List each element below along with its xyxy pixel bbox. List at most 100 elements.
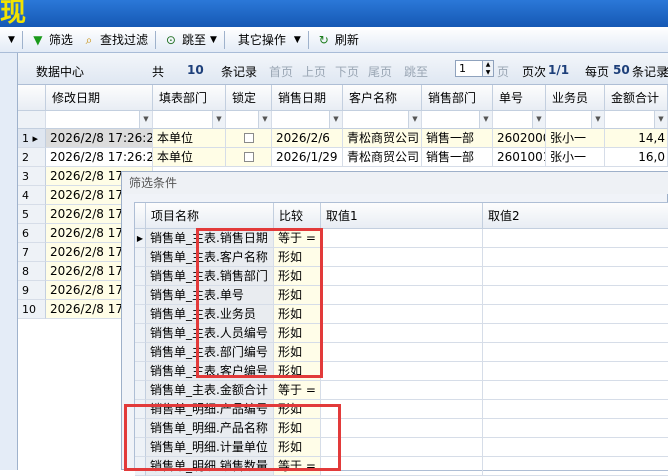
table-cell[interactable]: 16,0 <box>605 148 668 167</box>
next-page-link[interactable]: 下页 <box>335 63 359 80</box>
row-indicator[interactable] <box>135 324 146 343</box>
page-number-input[interactable]: 1 <box>455 60 483 77</box>
column-header[interactable]: 取值1 <box>321 203 483 229</box>
column-filter[interactable]: ▼ <box>493 111 546 129</box>
chevron-down-icon[interactable]: ▼ <box>654 111 667 128</box>
row-number[interactable]: 5 <box>18 205 46 224</box>
goto-page-link[interactable]: 跳至 <box>404 63 428 80</box>
column-header[interactable]: 修改日期 <box>46 85 153 111</box>
value1-cell[interactable] <box>321 419 483 438</box>
table-cell[interactable]: 销售一部 <box>422 129 493 148</box>
first-page-link[interactable]: 首页 <box>269 63 293 80</box>
row-number[interactable]: 2 <box>18 148 46 167</box>
table-cell[interactable]: 2026/2/8 17:26:22 <box>46 129 153 148</box>
row-indicator[interactable] <box>135 286 146 305</box>
table-cell[interactable]: 青松商贸公司 <box>343 129 422 148</box>
column-header[interactable]: 客户名称 <box>343 85 422 111</box>
value1-cell[interactable] <box>321 381 483 400</box>
row-number[interactable]: 3 <box>18 167 46 186</box>
row-indicator[interactable] <box>135 362 146 381</box>
column-header[interactable]: 项目名称 <box>146 203 274 229</box>
column-filter[interactable]: ▼ <box>605 111 668 129</box>
lock-checkbox-cell[interactable] <box>226 148 272 167</box>
row-indicator[interactable] <box>135 343 146 362</box>
column-header[interactable]: 销售部门 <box>422 85 493 111</box>
value1-cell[interactable] <box>321 400 483 419</box>
lock-checkbox-cell[interactable] <box>226 129 272 148</box>
value2-cell[interactable] <box>483 324 668 343</box>
column-header[interactable]: 销售日期 <box>272 85 343 111</box>
jump-button[interactable]: ⊙ 跳至 ▼ <box>159 29 221 51</box>
field-name-cell[interactable]: 销售单_主表.金额合计 <box>146 381 274 400</box>
column-header[interactable]: 单号 <box>493 85 546 111</box>
other-ops-button[interactable]: 其它操作 ▼ <box>228 29 305 51</box>
table-cell[interactable]: 26010011 <box>493 148 546 167</box>
value1-cell[interactable] <box>321 229 483 248</box>
chevron-down-icon[interactable]: ▼ <box>139 111 152 128</box>
value2-cell[interactable] <box>483 248 668 267</box>
value2-cell[interactable] <box>483 438 668 457</box>
filter-button[interactable]: ▼ 筛选 <box>26 29 77 51</box>
table-cell[interactable]: 张小一 <box>546 129 605 148</box>
value2-cell[interactable] <box>483 362 668 381</box>
column-filter[interactable]: ▼ <box>226 111 272 129</box>
table-cell[interactable]: 2026/2/6 <box>272 129 343 148</box>
column-header[interactable]: 取值2 <box>483 203 668 229</box>
row-indicator[interactable]: ▶ <box>135 229 146 248</box>
value2-cell[interactable] <box>483 400 668 419</box>
row-number[interactable]: 10 <box>18 300 46 319</box>
table-cell[interactable]: 销售一部 <box>422 148 493 167</box>
chevron-down-icon[interactable]: ▼ <box>408 111 421 128</box>
column-header[interactable]: 比较 <box>274 203 321 229</box>
table-cell[interactable]: 2026/2/8 17:26:22 <box>46 148 153 167</box>
column-filter[interactable]: ▼ <box>343 111 422 129</box>
table-cell[interactable]: 本单位 <box>153 148 226 167</box>
row-number[interactable]: 4 <box>18 186 46 205</box>
column-header[interactable]: 锁定 <box>226 85 272 111</box>
row-indicator[interactable] <box>135 248 146 267</box>
table-cell[interactable]: 青松商贸公司 <box>343 148 422 167</box>
row-number[interactable]: 9 <box>18 281 46 300</box>
row-indicator[interactable] <box>135 305 146 324</box>
value1-cell[interactable] <box>321 267 483 286</box>
value1-cell[interactable] <box>321 457 483 476</box>
value1-cell[interactable] <box>321 305 483 324</box>
column-filter[interactable]: ▼ <box>46 111 153 129</box>
value1-cell[interactable] <box>321 324 483 343</box>
row-number[interactable]: 1 ▸ <box>18 129 46 148</box>
lock-checkbox[interactable] <box>244 133 254 143</box>
value2-cell[interactable] <box>483 343 668 362</box>
column-header[interactable]: 填表部门 <box>153 85 226 111</box>
chevron-down-icon[interactable]: ▼ <box>212 111 225 128</box>
value2-cell[interactable] <box>483 267 668 286</box>
value1-cell[interactable] <box>321 362 483 381</box>
chevron-down-icon[interactable]: ▼ <box>329 111 342 128</box>
chevron-down-icon[interactable]: ▼ <box>479 111 492 128</box>
table-cell[interactable]: 本单位 <box>153 129 226 148</box>
value2-cell[interactable] <box>483 305 668 324</box>
chevron-down-icon[interactable]: ▼ <box>258 111 271 128</box>
row-number[interactable]: 8 <box>18 262 46 281</box>
column-filter[interactable]: ▼ <box>546 111 605 129</box>
value2-cell[interactable] <box>483 419 668 438</box>
find-filter-button[interactable]: ⌕ 查找过滤 <box>77 29 152 51</box>
lock-checkbox[interactable] <box>244 152 254 162</box>
refresh-button[interactable]: ↻ 刷新 <box>312 29 363 51</box>
column-header[interactable]: 业务员 <box>546 85 605 111</box>
toolbar-dropdown[interactable]: ▼ <box>0 29 19 51</box>
prev-page-link[interactable]: 上页 <box>302 63 326 80</box>
column-header[interactable]: 金额合计 <box>605 85 668 111</box>
value1-cell[interactable] <box>321 438 483 457</box>
dialog-title[interactable]: 筛选条件 <box>122 172 668 194</box>
column-filter[interactable]: ▼ <box>153 111 226 129</box>
table-cell[interactable]: 14,4 <box>605 129 668 148</box>
last-page-link[interactable]: 尾页 <box>368 63 392 80</box>
row-indicator[interactable] <box>135 267 146 286</box>
value1-cell[interactable] <box>321 286 483 305</box>
column-filter[interactable]: ▼ <box>422 111 493 129</box>
left-side-panel[interactable] <box>0 53 18 470</box>
table-cell[interactable]: 张小一 <box>546 148 605 167</box>
row-indicator[interactable] <box>135 381 146 400</box>
chevron-down-icon[interactable]: ▼ <box>532 111 545 128</box>
page-spinner[interactable]: ▲ ▼ <box>483 60 494 77</box>
